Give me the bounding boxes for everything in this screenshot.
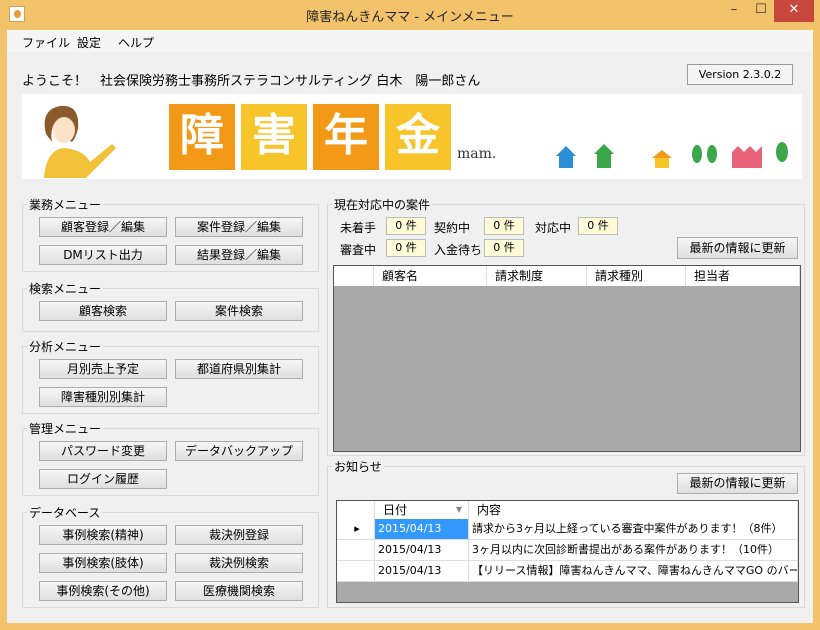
status-under-review-value: 0 件	[386, 239, 426, 257]
cases-col-assignee[interactable]: 担当者	[686, 266, 800, 286]
menu-help[interactable]: ヘルプ	[118, 34, 154, 51]
menu-bar: ファイル 設定 ヘルプ	[7, 30, 813, 52]
news-content-cell[interactable]: 3ヶ月以内に次回診断書提出がある案件があります！（10件）	[469, 540, 798, 561]
status-not-started-value: 0 件	[386, 217, 426, 235]
news-refresh-button[interactable]: 最新の情報に更新	[677, 473, 798, 494]
ruling-search-button[interactable]: 裁決例検索	[175, 553, 303, 573]
case-search-mental-button[interactable]: 事例検索(精神)	[39, 525, 167, 545]
news-col-content[interactable]: 内容	[469, 501, 798, 519]
client-area: ファイル 設定 ヘルプ ようこそ！ 社会保険労務士事務所ステラコンサルティング …	[7, 30, 813, 623]
customer-search-button[interactable]: 顧客検索	[39, 301, 167, 321]
search-menu-group: 検索メニュー 顧客検索 案件検索	[22, 280, 319, 332]
result-register-button[interactable]: 結果登録／編集	[175, 245, 303, 265]
close-button[interactable]: ✕	[774, 0, 814, 22]
sort-descending-icon: ▼	[455, 505, 462, 514]
cases-refresh-button[interactable]: 最新の情報に更新	[677, 237, 798, 259]
row-selector	[337, 540, 375, 561]
admin-menu-label: 管理メニュー	[27, 420, 104, 437]
news-col-date-label: 日付	[383, 503, 408, 517]
status-contract-label: 契約中	[434, 221, 471, 235]
disability-type-stats-button[interactable]: 障害種別別集計	[39, 387, 167, 407]
customer-register-button[interactable]: 顧客登録／編集	[39, 217, 167, 237]
data-backup-button[interactable]: データバックアップ	[175, 441, 303, 461]
news-col-date[interactable]: 日付 ▼	[375, 501, 469, 519]
cases-col-system[interactable]: 請求制度	[487, 266, 587, 286]
login-history-button[interactable]: ログイン履歴	[39, 469, 167, 489]
table-row[interactable]: ▸ 2015/04/13 請求から3ヶ月以上経っている審査中案件があります！（8…	[337, 519, 798, 540]
row-selector-arrow-icon: ▸	[337, 519, 375, 540]
logo-tagline: mam.	[457, 146, 497, 162]
news-grid-header: 日付 ▼ 内容	[337, 501, 798, 519]
logo-banner: 障 害 年 金 mam.	[22, 94, 802, 179]
case-search-button[interactable]: 案件検索	[175, 301, 303, 321]
change-password-button[interactable]: パスワード変更	[39, 441, 167, 461]
prefecture-stats-button[interactable]: 都道府県別集計	[175, 359, 303, 379]
status-under-review-label: 審査中	[340, 243, 377, 257]
database-label: データベース	[27, 504, 103, 521]
cases-grid-corner	[334, 266, 374, 286]
current-cases-label: 現在対応中の案件	[332, 196, 433, 213]
analysis-menu-group: 分析メニュー 月別売上予定 都道府県別集計 障害種別別集計	[22, 338, 319, 414]
business-menu-label: 業務メニュー	[27, 196, 104, 213]
logo-tile-4: 金	[385, 104, 451, 170]
table-row[interactable]: 2015/04/13 【リリース情報】障害ねんきんママ、障害ねんきんママGO の…	[337, 561, 798, 582]
news-content-cell[interactable]: 【リリース情報】障害ねんきんママ、障害ねんきんママGO のバージョンア...	[469, 561, 798, 582]
logo-tile-1: 障	[169, 104, 235, 170]
status-in-progress-value: 0 件	[578, 217, 618, 235]
version-label: Version 2.3.0.2	[687, 64, 793, 85]
status-in-progress-label: 対応中	[535, 221, 572, 235]
status-not-started-label: 未着手	[340, 221, 377, 235]
case-register-button[interactable]: 案件登録／編集	[175, 217, 303, 237]
analysis-menu-label: 分析メニュー	[27, 338, 104, 355]
admin-menu-group: 管理メニュー パスワード変更 データバックアップ ログイン履歴	[22, 420, 319, 496]
case-search-limb-button[interactable]: 事例検索(肢体)	[39, 553, 167, 573]
ruling-register-button[interactable]: 裁決例登録	[175, 525, 303, 545]
logo-tile-3: 年	[313, 104, 379, 170]
database-group: データベース 事例検索(精神) 裁決例登録 事例検索(肢体) 裁決例検索 事例検…	[22, 504, 319, 608]
news-group: お知らせ 最新の情報に更新 日付 ▼ 内容 ▸ 2015/04/13 請求から3…	[327, 458, 805, 608]
window-title: 障害ねんきんママ - メインメニュー	[306, 10, 514, 25]
news-date-cell[interactable]: 2015/04/13	[375, 540, 469, 561]
status-awaiting-payment-value: 0 件	[484, 239, 524, 257]
dm-list-export-button[interactable]: DMリスト出力	[39, 245, 167, 265]
menu-file[interactable]: ファイル	[22, 34, 70, 51]
minimize-button[interactable]: –	[720, 0, 748, 22]
table-row[interactable]: 2015/04/13 3ヶ月以内に次回診断書提出がある案件があります！（10件）	[337, 540, 798, 561]
news-label: お知らせ	[332, 458, 384, 475]
news-date-cell[interactable]: 2015/04/13	[375, 561, 469, 582]
status-awaiting-payment-label: 入金待ち	[434, 243, 483, 257]
app-window: 障害ねんきんママ - メインメニュー – ☐ ✕ ファイル 設定 ヘルプ ようこ…	[0, 0, 820, 630]
row-selector	[337, 561, 375, 582]
cases-col-type[interactable]: 請求種別	[587, 266, 686, 286]
logo-tile-2: 害	[241, 104, 307, 170]
status-contract-value: 0 件	[484, 217, 524, 235]
medical-institution-search-button[interactable]: 医療機関検索	[175, 581, 303, 601]
maximize-button[interactable]: ☐	[748, 0, 774, 22]
search-menu-label: 検索メニュー	[27, 280, 104, 297]
cases-grid[interactable]: 顧客名 請求制度 請求種別 担当者	[333, 265, 801, 452]
monthly-sales-button[interactable]: 月別売上予定	[39, 359, 167, 379]
mascot-illustration	[44, 105, 116, 178]
cases-grid-header: 顧客名 請求制度 請求種別 担当者	[334, 266, 800, 286]
news-date-cell[interactable]: 2015/04/13	[375, 519, 469, 540]
welcome-text: ようこそ！ 社会保険労務士事務所ステラコンサルティング 白木 陽一郎さん	[22, 74, 481, 89]
title-bar[interactable]: 障害ねんきんママ - メインメニュー – ☐ ✕	[0, 0, 820, 30]
news-grid-corner	[337, 501, 375, 519]
current-cases-group: 現在対応中の案件 未着手 0 件 契約中 0 件 対応中 0 件 審査中 0 件…	[327, 196, 805, 456]
news-grid[interactable]: 日付 ▼ 内容 ▸ 2015/04/13 請求から3ヶ月以上経っている審査中案件…	[336, 500, 799, 603]
news-content-cell[interactable]: 請求から3ヶ月以上経っている審査中案件があります！（8件）	[469, 519, 798, 540]
cases-col-customer[interactable]: 顧客名	[374, 266, 487, 286]
menu-settings[interactable]: 設定	[77, 34, 101, 51]
business-menu-group: 業務メニュー 顧客登録／編集 案件登録／編集 DMリスト出力 結果登録／編集	[22, 196, 319, 272]
town-illustration	[556, 142, 788, 168]
case-search-other-button[interactable]: 事例検索(その他)	[39, 581, 167, 601]
